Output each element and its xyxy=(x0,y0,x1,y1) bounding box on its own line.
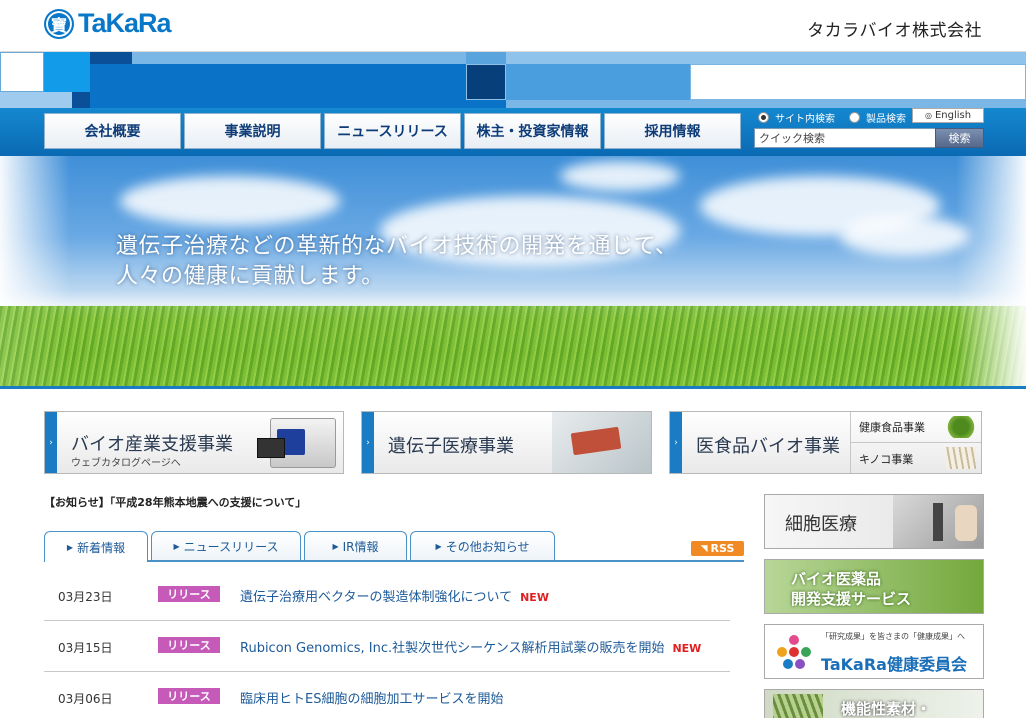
news-badge: リリース xyxy=(158,688,220,704)
laptop-image xyxy=(257,438,285,458)
banner-caption: 「研究成果」を皆さまの「健康成果」へ xyxy=(821,632,965,641)
tab-label: IR情報 xyxy=(342,540,379,554)
search-area: サイト内検索 製品検索 ◎ English 検索 xyxy=(754,108,984,152)
biz-title: 遺伝子医療事業 xyxy=(388,436,514,457)
tab-other-notice[interactable]: ▶ その他お知らせ xyxy=(410,531,555,561)
banner-cell-medicine[interactable]: 細胞医療 xyxy=(764,494,984,549)
chevron-right-icon: ▶ xyxy=(435,542,442,551)
notice-link[interactable]: 【お知らせ】「平成28年熊本地震への支援について」 xyxy=(44,494,306,510)
news-title: 遺伝子治療用ベクターの製造体制強化について xyxy=(240,590,513,605)
news-badge: リリース xyxy=(158,637,220,653)
chevron-right-icon: › xyxy=(45,412,57,473)
lab-hands-image xyxy=(552,412,651,473)
radio-site-search[interactable] xyxy=(758,112,769,123)
link-mushroom-label: キノコ事業 xyxy=(859,452,914,466)
page: 寶 TaKaRa タカラバイオ株式会社 会社概要 事業説明 ニュースリリース 株… xyxy=(0,0,1026,718)
tab-label: その他お知らせ xyxy=(445,540,530,554)
search-scope: サイト内検索 製品検索 xyxy=(758,110,906,125)
hero-tagline-2: 人々の健康に貢献します。 xyxy=(116,264,384,289)
chevron-right-icon: › xyxy=(362,412,374,473)
tab-ir-info[interactable]: ▶ IR情報 xyxy=(304,531,407,561)
link-mushroom[interactable]: キノコ事業 xyxy=(850,443,981,473)
tab-news-release[interactable]: ▶ ニュースリリース xyxy=(151,531,301,561)
hero-tagline-1: 遺伝子治療などの革新的なバイオ技術の開発を通じて、 xyxy=(116,234,678,259)
biz-sub: ウェブカタログページへ xyxy=(71,458,181,469)
news-badge: リリース xyxy=(158,586,220,602)
circle-arrow-icon: ◎ xyxy=(924,111,932,120)
news-title: Rubicon Genomics, Inc.社製次世代シーケンス解析用試薬の販売… xyxy=(240,641,665,656)
grass-field-image xyxy=(0,306,1026,388)
takara-logo-icon: 寶 xyxy=(44,8,74,39)
banner-text-line1: バイオ医薬品 xyxy=(791,570,882,588)
nav-item-business[interactable]: 事業説明 xyxy=(184,113,321,149)
biz-title[interactable]: 医食品バイオ事業 xyxy=(696,432,840,458)
nav-item-recruit[interactable]: 採用情報 xyxy=(604,113,741,149)
plant-image xyxy=(946,416,976,438)
molecule-icon xyxy=(777,635,811,669)
radio-product-search-label: 製品検索 xyxy=(866,114,906,125)
banner-takara-health-committee[interactable]: 「研究成果」を皆さまの「健康成果」へ TaKaRa健康委員会 xyxy=(764,624,984,679)
new-badge: NEW xyxy=(672,642,702,655)
biz-banner-food-bio: › 医食品バイオ事業 健康食品事業 キノコ事業 xyxy=(669,411,982,474)
chevron-right-icon: ▶ xyxy=(66,542,74,552)
chevron-right-icon: › xyxy=(670,412,682,473)
hero-divider xyxy=(0,386,1026,389)
new-badge: NEW xyxy=(520,591,549,604)
news-title: 臨床用ヒトES細胞の細胞加工サービスを開始 xyxy=(240,692,504,707)
link-health-food-label: 健康食品事業 xyxy=(859,421,925,434)
radio-site-search-label: サイト内検索 xyxy=(775,114,835,125)
logo[interactable]: 寶 TaKaRa xyxy=(44,8,172,39)
news-row: 03月06日 リリース 臨床用ヒトES細胞の細胞加工サービスを開始 xyxy=(44,672,730,718)
biz-title: バイオ産業支援事業 xyxy=(71,434,233,455)
radio-product-search[interactable] xyxy=(849,112,860,123)
news-item-link[interactable]: Rubicon Genomics, Inc.社製次世代シーケンス解析用試薬の販売… xyxy=(240,637,701,656)
herb-image xyxy=(773,694,823,718)
english-button[interactable]: ◎ English xyxy=(912,108,984,123)
news-row: 03月23日 リリース 遺伝子治療用ベクターの製造体制強化について NEW xyxy=(44,570,730,621)
banner-text: TaKaRa健康委員会 xyxy=(821,655,967,674)
banner-text: 細胞医療 xyxy=(785,514,857,535)
header-mosaic-decoration xyxy=(0,52,1026,108)
chevron-right-icon: ▶ xyxy=(332,542,339,551)
search-button[interactable]: 検索 xyxy=(935,128,984,148)
news-row: 03月15日 リリース Rubicon Genomics, Inc.社製次世代シ… xyxy=(44,621,730,672)
news-date: 03月06日 xyxy=(58,692,113,706)
news-item-link[interactable]: 遺伝子治療用ベクターの製造体制強化について NEW xyxy=(240,586,549,605)
logo-text: TaKaRa xyxy=(78,8,172,38)
nav-item-company[interactable]: 会社概要 xyxy=(44,113,181,149)
site-header: 寶 TaKaRa タカラバイオ株式会社 xyxy=(0,0,1026,52)
link-health-food[interactable]: 健康食品事業 xyxy=(850,412,981,443)
tab-new-info[interactable]: ▶ 新着情報 xyxy=(44,531,148,562)
banner-text: 機能性素材・ xyxy=(841,700,932,718)
banner-biopharma-support[interactable]: バイオ医薬品 開発支援サービス xyxy=(764,559,984,614)
tab-underline xyxy=(44,560,744,562)
tab-label: 新着情報 xyxy=(77,540,126,555)
tab-label: ニュースリリース xyxy=(183,540,279,554)
news-item-link[interactable]: 臨床用ヒトES細胞の細胞加工サービスを開始 xyxy=(240,688,503,707)
company-name: タカラバイオ株式会社 xyxy=(807,21,982,41)
rss-button[interactable]: ◥ RSS xyxy=(691,541,744,556)
news-date: 03月15日 xyxy=(58,641,113,655)
biz-banner-bio-industry[interactable]: › バイオ産業支援事業 ウェブカタログページへ xyxy=(44,411,344,474)
nav-item-investors[interactable]: 株主・投資家情報 xyxy=(464,113,601,149)
mushroom-image xyxy=(946,447,976,469)
banner-functional-materials[interactable]: 機能性素材・ xyxy=(764,689,984,718)
banner-text-line2: 開発支援サービス xyxy=(791,590,912,608)
hero-banner: 遺伝子治療などの革新的なバイオ技術の開発を通じて、 人々の健康に貢献します。 xyxy=(0,156,1026,388)
chevron-right-icon: ▶ xyxy=(173,542,180,551)
microscope-image xyxy=(893,495,983,548)
rss-icon: ◥ xyxy=(700,543,708,554)
search-input[interactable] xyxy=(754,128,936,148)
news-date: 03月23日 xyxy=(58,590,113,604)
english-label: English xyxy=(934,110,972,121)
rss-label: RSS xyxy=(710,542,735,555)
nav-item-news-release[interactable]: ニュースリリース xyxy=(324,113,461,149)
biz-banner-gene-medicine[interactable]: › 遺伝子医療事業 xyxy=(361,411,652,474)
